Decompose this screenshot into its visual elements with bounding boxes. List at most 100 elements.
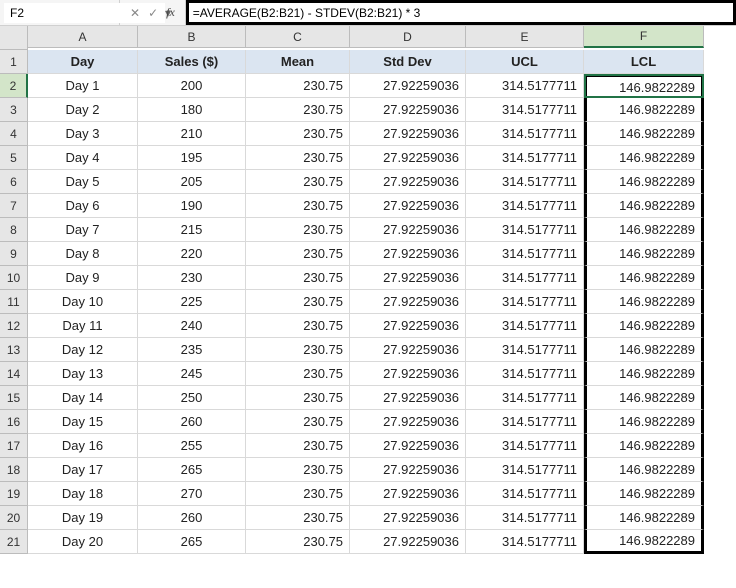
cell-D7[interactable]: 27.92259036 [350,194,466,218]
worksheet-grid[interactable]: ABCDEF1DaySales ($)MeanStd DevUCLLCL2Day… [0,26,736,554]
cell-E14[interactable]: 314.5177711 [466,362,584,386]
cell-A8[interactable]: Day 7 [28,218,138,242]
row-header-18[interactable]: 18 [0,458,28,482]
row-header-15[interactable]: 15 [0,386,28,410]
cell-E11[interactable]: 314.5177711 [466,290,584,314]
cell-E12[interactable]: 314.5177711 [466,314,584,338]
cell-F8[interactable]: 146.9822289 [584,218,704,242]
cell-B20[interactable]: 260 [138,506,246,530]
cell-A10[interactable]: Day 9 [28,266,138,290]
cell-B5[interactable]: 195 [138,146,246,170]
cell-C19[interactable]: 230.75 [246,482,350,506]
header-E[interactable]: UCL [466,50,584,74]
cell-B3[interactable]: 180 [138,98,246,122]
row-header-5[interactable]: 5 [0,146,28,170]
cell-C9[interactable]: 230.75 [246,242,350,266]
cell-D10[interactable]: 27.92259036 [350,266,466,290]
cell-B16[interactable]: 260 [138,410,246,434]
cell-E5[interactable]: 314.5177711 [466,146,584,170]
cell-C17[interactable]: 230.75 [246,434,350,458]
cell-A5[interactable]: Day 4 [28,146,138,170]
cell-A19[interactable]: Day 18 [28,482,138,506]
cell-B4[interactable]: 210 [138,122,246,146]
cell-C3[interactable]: 230.75 [246,98,350,122]
cell-F10[interactable]: 146.9822289 [584,266,704,290]
cell-E17[interactable]: 314.5177711 [466,434,584,458]
cell-F7[interactable]: 146.9822289 [584,194,704,218]
formula-bar[interactable] [186,0,736,25]
cell-C10[interactable]: 230.75 [246,266,350,290]
cell-C16[interactable]: 230.75 [246,410,350,434]
cell-E8[interactable]: 314.5177711 [466,218,584,242]
cell-D3[interactable]: 27.92259036 [350,98,466,122]
cell-C4[interactable]: 230.75 [246,122,350,146]
cell-B6[interactable]: 205 [138,170,246,194]
row-header-13[interactable]: 13 [0,338,28,362]
fx-icon[interactable]: fx [166,5,175,20]
cell-D20[interactable]: 27.92259036 [350,506,466,530]
cell-D17[interactable]: 27.92259036 [350,434,466,458]
cell-B13[interactable]: 235 [138,338,246,362]
cell-E20[interactable]: 314.5177711 [466,506,584,530]
col-header-D[interactable]: D [350,26,466,48]
cell-E3[interactable]: 314.5177711 [466,98,584,122]
col-header-A[interactable]: A [28,26,138,48]
cell-F16[interactable]: 146.9822289 [584,410,704,434]
cell-D4[interactable]: 27.92259036 [350,122,466,146]
cell-B18[interactable]: 265 [138,458,246,482]
cell-B11[interactable]: 225 [138,290,246,314]
cell-A14[interactable]: Day 13 [28,362,138,386]
row-header-19[interactable]: 19 [0,482,28,506]
cell-B19[interactable]: 270 [138,482,246,506]
row-header-10[interactable]: 10 [0,266,28,290]
cell-C12[interactable]: 230.75 [246,314,350,338]
cell-A20[interactable]: Day 19 [28,506,138,530]
cell-F14[interactable]: 146.9822289 [584,362,704,386]
cell-C13[interactable]: 230.75 [246,338,350,362]
cell-D13[interactable]: 27.92259036 [350,338,466,362]
cell-E9[interactable]: 314.5177711 [466,242,584,266]
row-header-17[interactable]: 17 [0,434,28,458]
header-F[interactable]: LCL [584,50,704,74]
header-C[interactable]: Mean [246,50,350,74]
cell-C18[interactable]: 230.75 [246,458,350,482]
cell-F2[interactable]: 146.9822289 [584,74,704,98]
row-header-14[interactable]: 14 [0,362,28,386]
cell-C5[interactable]: 230.75 [246,146,350,170]
cell-F19[interactable]: 146.9822289 [584,482,704,506]
name-box[interactable]: ▾ [0,0,120,25]
row-header-1[interactable]: 1 [0,50,28,74]
cell-F6[interactable]: 146.9822289 [584,170,704,194]
row-header-21[interactable]: 21 [0,530,28,554]
row-header-9[interactable]: 9 [0,242,28,266]
cell-A17[interactable]: Day 16 [28,434,138,458]
cell-B7[interactable]: 190 [138,194,246,218]
row-header-4[interactable]: 4 [0,122,28,146]
cell-E10[interactable]: 314.5177711 [466,266,584,290]
cell-E7[interactable]: 314.5177711 [466,194,584,218]
cell-E18[interactable]: 314.5177711 [466,458,584,482]
cell-D8[interactable]: 27.92259036 [350,218,466,242]
cell-E13[interactable]: 314.5177711 [466,338,584,362]
cell-C6[interactable]: 230.75 [246,170,350,194]
cell-C2[interactable]: 230.75 [246,74,350,98]
cell-E21[interactable]: 314.5177711 [466,530,584,554]
cell-C11[interactable]: 230.75 [246,290,350,314]
cell-F9[interactable]: 146.9822289 [584,242,704,266]
cell-A15[interactable]: Day 14 [28,386,138,410]
confirm-icon[interactable]: ✓ [148,6,158,20]
cell-F20[interactable]: 146.9822289 [584,506,704,530]
cell-C7[interactable]: 230.75 [246,194,350,218]
cell-B21[interactable]: 265 [138,530,246,554]
header-D[interactable]: Std Dev [350,50,466,74]
cell-E4[interactable]: 314.5177711 [466,122,584,146]
cell-F11[interactable]: 146.9822289 [584,290,704,314]
cell-A6[interactable]: Day 5 [28,170,138,194]
cell-F12[interactable]: 146.9822289 [584,314,704,338]
cell-F13[interactable]: 146.9822289 [584,338,704,362]
cell-D21[interactable]: 27.92259036 [350,530,466,554]
row-header-12[interactable]: 12 [0,314,28,338]
cell-D2[interactable]: 27.92259036 [350,74,466,98]
formula-input[interactable] [189,3,733,22]
col-header-B[interactable]: B [138,26,246,48]
